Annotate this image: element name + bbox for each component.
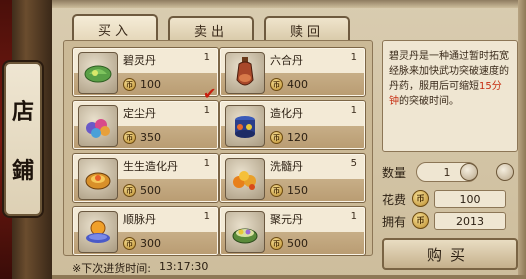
item-qty: 1 <box>350 105 357 116</box>
owned-value: 2013 <box>434 212 506 230</box>
coin-icon: 币 <box>270 237 283 250</box>
left-scroll-strip: 店 鋪 <box>0 0 52 279</box>
green-leaf-pill-icon <box>78 52 118 94</box>
item-qty: 1 <box>350 211 357 222</box>
coin-icon: 币 <box>412 212 429 229</box>
item-card[interactable]: 六合丹 1 币 400 <box>219 47 366 97</box>
item-card[interactable]: 聚元丹 1 币 500 <box>219 206 366 256</box>
tab-sell[interactable]: 卖出 <box>168 16 254 42</box>
item-price-value: 350 <box>140 131 161 144</box>
cost-label: 花费 <box>382 193 407 207</box>
coin-icon: 币 <box>123 184 136 197</box>
item-qty: 1 <box>350 52 357 63</box>
item-price: 币 300 <box>123 237 161 250</box>
tab-buy[interactable]: 买入 <box>72 14 158 42</box>
item-price: 币 400 <box>270 78 308 91</box>
item-price: 币 350 <box>123 131 161 144</box>
item-price-value: 500 <box>287 237 308 250</box>
orange-ring-pill-icon <box>78 158 118 200</box>
coin-icon: 币 <box>270 184 283 197</box>
item-price-value: 100 <box>140 78 161 91</box>
item-qty: 1 <box>203 52 210 63</box>
restock-timer: ※下次进货时间: 13:17:30 <box>72 260 208 276</box>
tab-redeem[interactable]: 赎回 <box>264 16 350 42</box>
pill-pile-icon <box>225 158 265 200</box>
coin-icon: 币 <box>123 237 136 250</box>
item-card[interactable]: 顺脉丹 1 币 300 <box>72 206 219 256</box>
item-card[interactable]: 碧灵丹 1 币 100 ✔ <box>72 47 219 103</box>
owned-label: 拥有 <box>382 215 407 229</box>
restock-label: ※下次进货时间: <box>72 262 151 275</box>
top-border <box>52 0 526 8</box>
item-grid: 碧灵丹 1 币 100 ✔ 六合丹 1 币 400 定尘丹 1 币 350 造化… <box>63 40 373 256</box>
item-card[interactable]: 定尘丹 1 币 350 <box>72 100 219 150</box>
buy-button[interactable]: 购买 <box>382 238 518 270</box>
shop-sign-char: 鋪 <box>11 157 34 184</box>
item-name: 生生造化丹 <box>123 160 178 173</box>
shop-sign: 店 鋪 <box>4 62 42 216</box>
right-border <box>518 0 526 279</box>
jade-bowl-icon <box>225 211 265 253</box>
coin-icon: 币 <box>270 131 283 144</box>
item-qty: 1 <box>203 158 210 169</box>
item-description: 碧灵丹是一种通过暂时拓宽经脉来加快武功突破速度的丹药，服用后可缩短15分钟的突破… <box>382 40 518 152</box>
item-price: 币 100 <box>123 78 161 91</box>
item-price: 币 500 <box>123 184 161 197</box>
tab-bar: 买入 卖出 赎回 <box>72 14 350 42</box>
item-card[interactable]: 洗髓丹 5 币 150 <box>219 153 366 203</box>
item-qty: 5 <box>350 158 357 169</box>
item-price: 币 120 <box>270 131 308 144</box>
coin-icon: 币 <box>412 190 429 207</box>
item-qty: 1 <box>203 105 210 116</box>
item-name: 顺脉丹 <box>123 213 156 226</box>
item-name: 六合丹 <box>270 54 303 67</box>
item-price-value: 150 <box>287 184 308 197</box>
item-name: 洗髓丹 <box>270 160 303 173</box>
coin-icon: 币 <box>123 131 136 144</box>
gourd-bottle-icon <box>225 52 265 94</box>
coin-icon: 币 <box>123 78 136 91</box>
coin-icon: 币 <box>270 78 283 91</box>
item-qty: 1 <box>203 211 210 222</box>
restock-time: 13:17:30 <box>158 260 209 273</box>
item-price-value: 300 <box>140 237 161 250</box>
item-price-value: 120 <box>287 131 308 144</box>
quantity-value: 1 <box>443 165 451 179</box>
item-card[interactable]: 造化丹 1 币 120 <box>219 100 366 150</box>
quantity-max-button[interactable] <box>496 163 514 181</box>
orange-orb-bowl-icon <box>78 211 118 253</box>
item-price: 币 500 <box>270 237 308 250</box>
quantity-label: 数量 <box>382 166 407 180</box>
multicolor-pills-icon <box>78 105 118 147</box>
item-price-value: 500 <box>140 184 161 197</box>
item-card[interactable]: 生生造化丹 1 币 500 <box>72 153 219 203</box>
quantity-stepper-knob[interactable] <box>460 163 478 181</box>
item-price: 币 150 <box>270 184 308 197</box>
item-name: 聚元丹 <box>270 213 303 226</box>
item-price-value: 400 <box>287 78 308 91</box>
item-name: 造化丹 <box>270 107 303 120</box>
item-name: 碧灵丹 <box>123 54 156 67</box>
item-name: 定尘丹 <box>123 107 156 120</box>
cost-value: 100 <box>434 190 506 208</box>
shop-sign-char: 店 <box>11 98 34 125</box>
description-text-end: 的突破时间。 <box>399 96 459 107</box>
pill-jar-icon <box>225 105 265 147</box>
